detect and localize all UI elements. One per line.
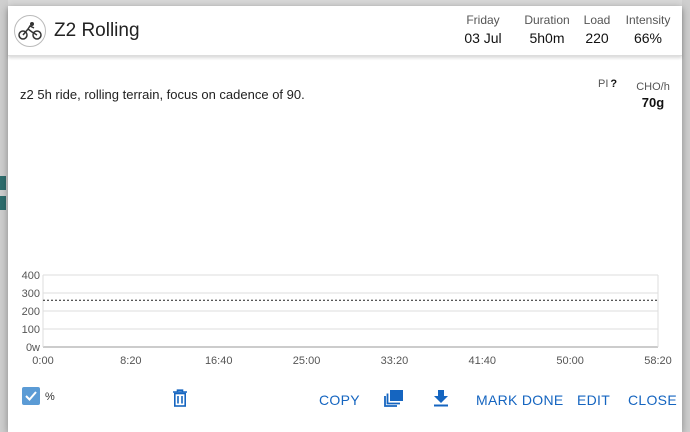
percent-label: % bbox=[45, 391, 55, 403]
cycling-icon bbox=[14, 15, 46, 47]
intensity-label: Intensity bbox=[625, 13, 671, 27]
y-tick-label: 100 bbox=[22, 324, 40, 336]
day-value: 03 Jul bbox=[464, 30, 502, 46]
x-tick-label: 16:40 bbox=[205, 355, 233, 367]
load-label: Load bbox=[583, 13, 611, 27]
download-button[interactable] bbox=[430, 387, 452, 409]
cho-label: CHO/h bbox=[636, 81, 670, 93]
y-tick-label: 300 bbox=[22, 288, 40, 300]
trash-icon bbox=[173, 389, 187, 407]
load-value: 220 bbox=[585, 30, 609, 46]
x-tick-label: 50:00 bbox=[556, 355, 584, 367]
percent-checkbox[interactable] bbox=[22, 387, 40, 405]
workout-title: Z2 Rolling bbox=[54, 20, 140, 41]
workout-description: z2 5h ride, rolling terrain, focus on ca… bbox=[20, 87, 305, 102]
delete-button[interactable] bbox=[169, 387, 191, 409]
cho-per-hour: CHO/h 70g bbox=[632, 81, 674, 110]
cho-value: 70g bbox=[641, 95, 665, 110]
mark-done-button[interactable]: MARK DONE bbox=[476, 392, 564, 408]
power-chart: 400 300 200 100 0w0:00 8:20 16:40 25:00 33:20 41:… bbox=[22, 270, 672, 367]
x-tick-label: 8:20 bbox=[120, 355, 141, 367]
y-tick-label: 0w bbox=[26, 342, 40, 354]
y-tick-label: 400 bbox=[22, 270, 40, 282]
x-tick-label: 58:20 bbox=[644, 355, 672, 367]
duration-stat: Duration 5h0m bbox=[522, 13, 572, 46]
load-stat: Load 220 bbox=[581, 13, 613, 46]
dialog-header: Z2 Rolling Friday 03 Jul Duration 5h0m L… bbox=[8, 6, 682, 56]
download-icon bbox=[434, 390, 448, 407]
day-label: Friday bbox=[466, 13, 500, 27]
copy-button[interactable]: COPY bbox=[319, 392, 360, 408]
close-button[interactable]: CLOSE bbox=[628, 392, 677, 408]
duplicate-icon bbox=[384, 390, 403, 407]
pi-indicator[interactable]: PI? bbox=[598, 78, 617, 90]
day-stat: Friday 03 Jul bbox=[460, 13, 506, 46]
duration-value: 5h0m bbox=[529, 30, 565, 46]
intensity-value: 66% bbox=[633, 30, 663, 46]
intensity-stat: Intensity 66% bbox=[623, 13, 673, 46]
x-tick-label: 41:40 bbox=[469, 355, 497, 367]
background-right-strip bbox=[682, 0, 690, 432]
x-tick-label: 25:00 bbox=[293, 355, 321, 367]
background-left-strip bbox=[0, 0, 8, 432]
edit-button[interactable]: EDIT bbox=[577, 392, 610, 408]
x-tick-label: 33:20 bbox=[381, 355, 409, 367]
workout-dialog: Z2 Rolling Friday 03 Jul Duration 5h0m L… bbox=[8, 6, 682, 432]
dialog-footer: % COPY MARK DONE EDIT CLOSE bbox=[8, 382, 682, 422]
check-icon bbox=[25, 391, 37, 401]
duplicate-button[interactable] bbox=[383, 387, 405, 409]
background-tag bbox=[0, 176, 6, 190]
duration-label: Duration bbox=[524, 13, 570, 27]
pi-value: ? bbox=[610, 78, 618, 90]
pi-label: PI bbox=[598, 78, 609, 90]
background-tag bbox=[0, 196, 6, 210]
y-tick-label: 200 bbox=[22, 306, 40, 318]
x-tick-label: 0:00 bbox=[32, 355, 53, 367]
